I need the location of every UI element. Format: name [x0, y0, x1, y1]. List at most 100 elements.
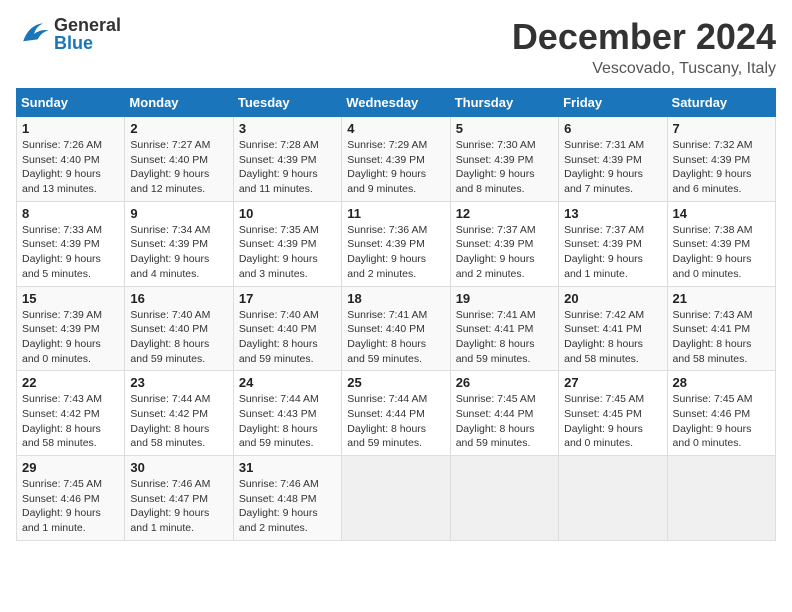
calendar-cell: 11 Sunrise: 7:36 AM Sunset: 4:39 PM Dayl… [342, 201, 450, 286]
day-info: Sunrise: 7:44 AM Sunset: 4:43 PM Dayligh… [239, 392, 336, 451]
calendar-cell: 24 Sunrise: 7:44 AM Sunset: 4:43 PM Dayl… [233, 371, 341, 456]
day-info: Sunrise: 7:41 AM Sunset: 4:41 PM Dayligh… [456, 308, 553, 367]
header-day-friday: Friday [559, 89, 667, 117]
calendar-cell: 27 Sunrise: 7:45 AM Sunset: 4:45 PM Dayl… [559, 371, 667, 456]
day-info: Sunrise: 7:34 AM Sunset: 4:39 PM Dayligh… [130, 223, 227, 282]
calendar-cell: 30 Sunrise: 7:46 AM Sunset: 4:47 PM Dayl… [125, 456, 233, 541]
day-number: 19 [456, 291, 553, 306]
header-day-saturday: Saturday [667, 89, 775, 117]
day-info: Sunrise: 7:39 AM Sunset: 4:39 PM Dayligh… [22, 308, 119, 367]
page-header: General Blue December 2024 Vescovado, Tu… [16, 16, 776, 78]
day-number: 13 [564, 206, 661, 221]
day-info: Sunrise: 7:44 AM Sunset: 4:44 PM Dayligh… [347, 392, 444, 451]
day-number: 18 [347, 291, 444, 306]
day-info: Sunrise: 7:36 AM Sunset: 4:39 PM Dayligh… [347, 223, 444, 282]
calendar-cell: 8 Sunrise: 7:33 AM Sunset: 4:39 PM Dayli… [17, 201, 125, 286]
calendar-cell [559, 456, 667, 541]
day-info: Sunrise: 7:46 AM Sunset: 4:48 PM Dayligh… [239, 477, 336, 536]
header-row: SundayMondayTuesdayWednesdayThursdayFrid… [17, 89, 776, 117]
calendar-cell: 26 Sunrise: 7:45 AM Sunset: 4:44 PM Dayl… [450, 371, 558, 456]
day-info: Sunrise: 7:45 AM Sunset: 4:46 PM Dayligh… [673, 392, 770, 451]
day-info: Sunrise: 7:27 AM Sunset: 4:40 PM Dayligh… [130, 138, 227, 197]
day-info: Sunrise: 7:40 AM Sunset: 4:40 PM Dayligh… [130, 308, 227, 367]
day-number: 8 [22, 206, 119, 221]
calendar-cell: 3 Sunrise: 7:28 AM Sunset: 4:39 PM Dayli… [233, 117, 341, 202]
day-number: 10 [239, 206, 336, 221]
day-number: 20 [564, 291, 661, 306]
calendar-week-1: 1 Sunrise: 7:26 AM Sunset: 4:40 PM Dayli… [17, 117, 776, 202]
day-info: Sunrise: 7:43 AM Sunset: 4:41 PM Dayligh… [673, 308, 770, 367]
calendar-table: SundayMondayTuesdayWednesdayThursdayFrid… [16, 88, 776, 541]
calendar-cell: 14 Sunrise: 7:38 AM Sunset: 4:39 PM Dayl… [667, 201, 775, 286]
calendar-cell: 23 Sunrise: 7:44 AM Sunset: 4:42 PM Dayl… [125, 371, 233, 456]
calendar-cell: 18 Sunrise: 7:41 AM Sunset: 4:40 PM Dayl… [342, 286, 450, 371]
day-info: Sunrise: 7:46 AM Sunset: 4:47 PM Dayligh… [130, 477, 227, 536]
calendar-cell: 6 Sunrise: 7:31 AM Sunset: 4:39 PM Dayli… [559, 117, 667, 202]
day-number: 28 [673, 375, 770, 390]
day-info: Sunrise: 7:28 AM Sunset: 4:39 PM Dayligh… [239, 138, 336, 197]
day-number: 11 [347, 206, 444, 221]
calendar-cell: 21 Sunrise: 7:43 AM Sunset: 4:41 PM Dayl… [667, 286, 775, 371]
day-info: Sunrise: 7:31 AM Sunset: 4:39 PM Dayligh… [564, 138, 661, 197]
calendar-cell: 25 Sunrise: 7:44 AM Sunset: 4:44 PM Dayl… [342, 371, 450, 456]
day-info: Sunrise: 7:35 AM Sunset: 4:39 PM Dayligh… [239, 223, 336, 282]
day-info: Sunrise: 7:37 AM Sunset: 4:39 PM Dayligh… [564, 223, 661, 282]
day-info: Sunrise: 7:43 AM Sunset: 4:42 PM Dayligh… [22, 392, 119, 451]
day-info: Sunrise: 7:26 AM Sunset: 4:40 PM Dayligh… [22, 138, 119, 197]
day-number: 29 [22, 460, 119, 475]
calendar-cell: 10 Sunrise: 7:35 AM Sunset: 4:39 PM Dayl… [233, 201, 341, 286]
calendar-cell: 29 Sunrise: 7:45 AM Sunset: 4:46 PM Dayl… [17, 456, 125, 541]
calendar-body: 1 Sunrise: 7:26 AM Sunset: 4:40 PM Dayli… [17, 117, 776, 541]
day-number: 27 [564, 375, 661, 390]
day-info: Sunrise: 7:45 AM Sunset: 4:44 PM Dayligh… [456, 392, 553, 451]
header-day-thursday: Thursday [450, 89, 558, 117]
day-number: 14 [673, 206, 770, 221]
day-number: 15 [22, 291, 119, 306]
day-info: Sunrise: 7:42 AM Sunset: 4:41 PM Dayligh… [564, 308, 661, 367]
day-number: 7 [673, 121, 770, 136]
calendar-cell: 12 Sunrise: 7:37 AM Sunset: 4:39 PM Dayl… [450, 201, 558, 286]
day-info: Sunrise: 7:45 AM Sunset: 4:45 PM Dayligh… [564, 392, 661, 451]
day-number: 21 [673, 291, 770, 306]
calendar-cell: 17 Sunrise: 7:40 AM Sunset: 4:40 PM Dayl… [233, 286, 341, 371]
logo-text: General Blue [54, 16, 121, 52]
day-info: Sunrise: 7:41 AM Sunset: 4:40 PM Dayligh… [347, 308, 444, 367]
calendar-cell: 13 Sunrise: 7:37 AM Sunset: 4:39 PM Dayl… [559, 201, 667, 286]
day-number: 4 [347, 121, 444, 136]
calendar-week-5: 29 Sunrise: 7:45 AM Sunset: 4:46 PM Dayl… [17, 456, 776, 541]
month-title: December 2024 [512, 16, 776, 58]
calendar-cell [667, 456, 775, 541]
day-info: Sunrise: 7:44 AM Sunset: 4:42 PM Dayligh… [130, 392, 227, 451]
calendar-header: SundayMondayTuesdayWednesdayThursdayFrid… [17, 89, 776, 117]
calendar-cell [342, 456, 450, 541]
header-day-tuesday: Tuesday [233, 89, 341, 117]
day-number: 12 [456, 206, 553, 221]
calendar-week-4: 22 Sunrise: 7:43 AM Sunset: 4:42 PM Dayl… [17, 371, 776, 456]
calendar-cell: 19 Sunrise: 7:41 AM Sunset: 4:41 PM Dayl… [450, 286, 558, 371]
day-info: Sunrise: 7:30 AM Sunset: 4:39 PM Dayligh… [456, 138, 553, 197]
logo-icon [16, 16, 52, 52]
calendar-cell [450, 456, 558, 541]
day-number: 31 [239, 460, 336, 475]
calendar-cell: 2 Sunrise: 7:27 AM Sunset: 4:40 PM Dayli… [125, 117, 233, 202]
location-title: Vescovado, Tuscany, Italy [512, 60, 776, 78]
day-number: 17 [239, 291, 336, 306]
calendar-cell: 4 Sunrise: 7:29 AM Sunset: 4:39 PM Dayli… [342, 117, 450, 202]
day-number: 6 [564, 121, 661, 136]
calendar-cell: 22 Sunrise: 7:43 AM Sunset: 4:42 PM Dayl… [17, 371, 125, 456]
day-number: 9 [130, 206, 227, 221]
logo-general: General [54, 16, 121, 34]
day-info: Sunrise: 7:38 AM Sunset: 4:39 PM Dayligh… [673, 223, 770, 282]
calendar-cell: 20 Sunrise: 7:42 AM Sunset: 4:41 PM Dayl… [559, 286, 667, 371]
title-area: December 2024 Vescovado, Tuscany, Italy [512, 16, 776, 78]
calendar-cell: 1 Sunrise: 7:26 AM Sunset: 4:40 PM Dayli… [17, 117, 125, 202]
day-info: Sunrise: 7:45 AM Sunset: 4:46 PM Dayligh… [22, 477, 119, 536]
day-info: Sunrise: 7:37 AM Sunset: 4:39 PM Dayligh… [456, 223, 553, 282]
header-day-wednesday: Wednesday [342, 89, 450, 117]
calendar-cell: 7 Sunrise: 7:32 AM Sunset: 4:39 PM Dayli… [667, 117, 775, 202]
calendar-cell: 16 Sunrise: 7:40 AM Sunset: 4:40 PM Dayl… [125, 286, 233, 371]
logo-blue: Blue [54, 34, 121, 52]
day-number: 16 [130, 291, 227, 306]
day-number: 5 [456, 121, 553, 136]
day-number: 22 [22, 375, 119, 390]
